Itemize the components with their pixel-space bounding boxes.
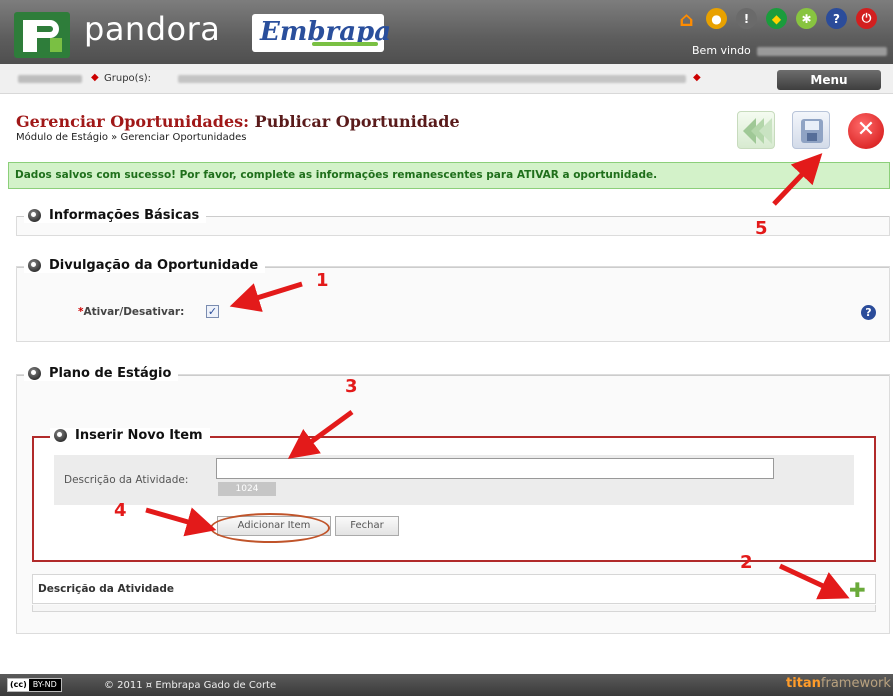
copyright-text: © 2011 ¤ Embrapa Gado de Corte	[104, 680, 277, 691]
arrow-4	[145, 507, 217, 537]
annotation-5: 5	[755, 218, 768, 239]
annotation-3: 3	[345, 376, 358, 397]
annotation-1: 1	[316, 270, 329, 291]
annotation-4: 4	[114, 500, 127, 521]
arrow-1	[229, 281, 303, 312]
titan-framework-logo[interactable]: titanframework	[786, 676, 891, 691]
footer: (cc) BY-ND © 2011 ¤ Embrapa Gado de Corte…	[0, 674, 893, 696]
arrow-5	[772, 153, 823, 206]
arrow-3	[287, 409, 354, 459]
annotation-2: 2	[740, 552, 753, 573]
arrow-2	[778, 563, 850, 600]
cc-license-badge[interactable]: (cc) BY-ND	[7, 678, 62, 692]
annotation-arrows	[145, 153, 850, 600]
